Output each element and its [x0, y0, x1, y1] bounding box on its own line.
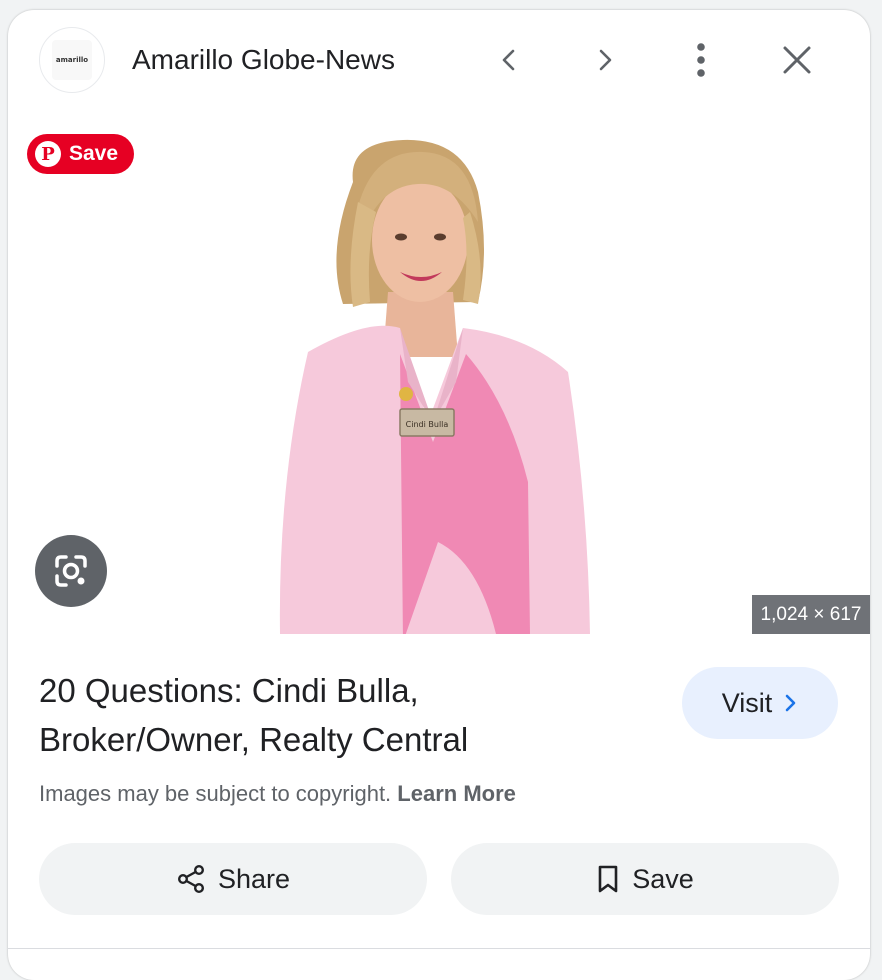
close-button[interactable] [777, 40, 817, 80]
chevron-right-icon [785, 694, 796, 712]
source-logo-text: amarillo [52, 40, 92, 80]
chevron-right-icon [599, 49, 612, 71]
lens-icon [55, 555, 87, 587]
pinterest-save-button[interactable]: P Save [27, 134, 135, 174]
close-icon [783, 46, 811, 74]
source-name[interactable]: Amarillo Globe-News [132, 44, 395, 76]
copyright-notice: Images may be subject to copyright. Lear… [39, 781, 516, 807]
pinterest-icon: P [35, 141, 61, 167]
source-logo[interactable]: amarillo [39, 27, 105, 93]
image-dimensions: 1,024 × 617 [752, 595, 870, 634]
share-button[interactable]: Share [39, 843, 427, 915]
divider [8, 948, 870, 949]
save-button[interactable]: Save [451, 843, 839, 915]
share-label: Share [217, 863, 291, 894]
copyright-text: Images may be subject to copyright. [39, 781, 392, 806]
next-button[interactable] [585, 40, 625, 80]
chevron-left-icon [502, 49, 515, 71]
pinterest-save-label: Save [69, 142, 119, 165]
name-badge-text: Cindi Bulla [406, 420, 449, 429]
visit-label: Visit [721, 687, 773, 718]
result-image[interactable]: Cindi Bulla [8, 122, 870, 642]
previous-button[interactable] [489, 40, 529, 80]
visit-button[interactable]: Visit [682, 667, 838, 739]
google-lens-button[interactable] [35, 535, 107, 607]
share-icon [177, 865, 204, 894]
learn-more-link[interactable]: Learn More [397, 781, 516, 806]
save-label: Save [632, 863, 694, 894]
more-options-button[interactable] [681, 40, 721, 80]
result-title[interactable]: 20 Questions: Cindi Bulla, Broker/Owner,… [39, 666, 599, 764]
image-preview-panel: amarillo Amarillo Globe-News Cindi Bulla… [8, 10, 870, 980]
more-vert-icon [697, 43, 705, 77]
bookmark-icon [598, 865, 618, 893]
woman-portrait-image: Cindi Bulla [279, 139, 590, 642]
